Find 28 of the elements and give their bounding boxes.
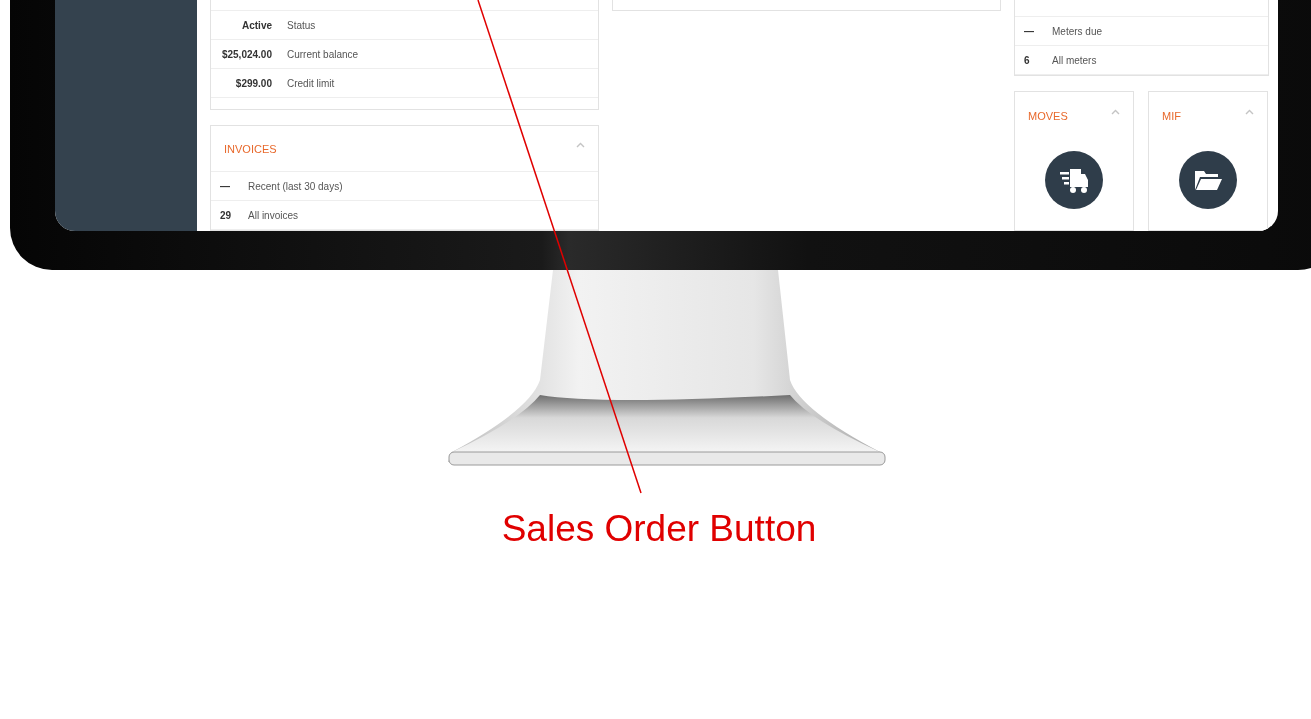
tile-button[interactable]	[1045, 151, 1103, 209]
account-label: Status	[287, 19, 316, 31]
item-label: All meters	[1052, 54, 1097, 66]
count: —	[1023, 25, 1035, 37]
annotation-label: Sales Order Button	[500, 508, 818, 550]
list-item[interactable]: — Meters due	[1015, 17, 1268, 46]
item-label: Meters due	[1052, 25, 1103, 37]
count: 29	[219, 209, 233, 221]
account-value: $25,024.00	[220, 48, 272, 60]
account-label: Credit limit	[287, 77, 335, 89]
collapse-button[interactable]	[1109, 107, 1121, 117]
account-value: $299.00	[234, 77, 272, 89]
account-label: Current balance	[287, 48, 359, 60]
section-title: MIF	[1162, 110, 1181, 122]
collapse-button[interactable]	[1243, 107, 1255, 117]
folder-icon	[1193, 168, 1223, 192]
item-label: All invoices	[248, 209, 299, 221]
list-item[interactable]: 6 All meters	[1015, 46, 1268, 75]
item-label: Recent (last 30 days)	[248, 180, 343, 192]
section-title: MOVES	[1028, 110, 1068, 122]
count: 6	[1023, 54, 1031, 66]
tile-button[interactable]	[1179, 151, 1237, 209]
list-item[interactable]: 29 All invoices	[211, 201, 598, 230]
count: —	[219, 180, 231, 192]
list-item[interactable]: — Recent (last 30 days)	[211, 172, 598, 201]
account-value: Active	[241, 19, 272, 31]
section-title: INVOICES	[224, 142, 277, 155]
delivery-truck-icon	[1059, 166, 1089, 194]
